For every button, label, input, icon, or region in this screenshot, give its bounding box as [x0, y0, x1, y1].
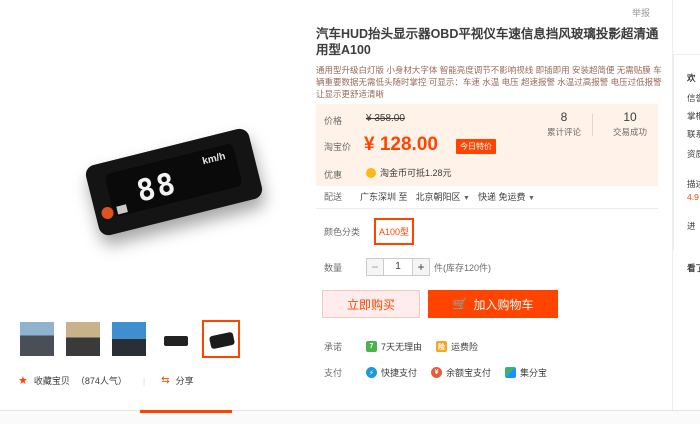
service-7day[interactable]: 7 7天无理由 — [366, 340, 422, 353]
sales-stat: 10 交易成功 — [604, 110, 656, 138]
quantity-label: 数量 — [324, 262, 343, 273]
sidebar-contact[interactable]: 联系 — [687, 128, 700, 140]
service-shipping-insurance[interactable]: 险 运费险 — [436, 340, 478, 353]
payment-label: 支付 — [324, 368, 343, 378]
product-info: 汽车HUD抬头显示器OBD平视仪车速信息挡风玻璃投影超清通用型A100 通用型升… — [316, 26, 662, 100]
current-price: ¥ 128.00 — [364, 134, 438, 155]
shop-sidebar: 欢 信誉 掌柜 联系 资质 描述 4.9 进 看了 — [672, 0, 700, 424]
thumbnail-5[interactable] — [202, 320, 240, 358]
seven-day-icon: 7 — [366, 341, 377, 352]
service-7day-label: 7天无理由 — [381, 342, 423, 352]
add-to-cart-button[interactable]: 🛒 加入购物车 — [428, 290, 558, 318]
jifenbao-icon — [505, 367, 517, 378]
hud-speed-unit: km/h — [201, 150, 227, 168]
coin-discount: 淘金币可抵1.28元 — [366, 166, 452, 179]
thumbnail-1[interactable] — [18, 320, 56, 358]
stat-divider — [592, 114, 593, 136]
favorite-bar: ★ 收藏宝贝 （874人气） | ⇆ 分享 — [18, 374, 194, 387]
discount-label: 优惠 — [324, 170, 343, 180]
service-insurance-label: 运费险 — [451, 342, 479, 352]
delivery-from: 广东深圳 至 — [360, 192, 408, 202]
pay-yuebao[interactable]: ¥ 余额宝支付 — [431, 366, 491, 379]
favorite-count: （874人气） — [75, 376, 127, 386]
chevron-down-icon: ▼ — [528, 195, 535, 202]
sidebar-enter-shop[interactable]: 进 — [687, 220, 696, 232]
divider: | — [142, 375, 146, 386]
quantity-row: 数量 − 1 + 件(库存120件) — [324, 258, 491, 276]
promo-badge: 今日特价 — [456, 139, 496, 154]
star-icon: ★ — [18, 375, 28, 387]
original-price: ¥ 358.00 — [366, 113, 405, 124]
quantity-decrease-button[interactable]: − — [366, 258, 384, 276]
active-tab-indicator — [140, 410, 232, 413]
shipping-method: 快递 免运费 — [477, 192, 526, 202]
main-product-image[interactable]: 88 km/h — [14, 26, 302, 314]
buy-now-button[interactable]: 立即购买 — [322, 290, 420, 318]
reviews-label: 累计评论 — [546, 127, 581, 137]
pay-yuebao-label: 余额宝支付 — [446, 368, 492, 378]
pay-express[interactable]: ⚡ 快捷支付 — [366, 366, 417, 379]
favorite-link[interactable]: 收藏宝贝 — [34, 374, 70, 387]
variant-label: 颜色分类 — [324, 227, 361, 237]
hud-device-illustration: 88 km/h — [83, 126, 265, 238]
chevron-down-icon: ▼ — [463, 195, 470, 202]
cart-icon: 🛒 — [452, 297, 468, 311]
taobao-price-label: 淘宝价 — [324, 142, 352, 152]
promise-label: 承诺 — [324, 342, 343, 352]
promise-row: 承诺 7 7天无理由 险 运费险 — [324, 340, 492, 353]
thumbnail-2[interactable] — [64, 320, 102, 358]
price-box: 价格 ¥ 358.00 淘宝价 ¥ 128.00 今日特价 优惠 淘金币可抵1.… — [316, 104, 658, 186]
thumbnail-4[interactable] — [156, 320, 194, 358]
shop-name-fragment: 欢 — [687, 73, 696, 83]
divider-line — [316, 208, 658, 209]
pay-jifenbao[interactable]: 集分宝 — [505, 366, 547, 379]
coin-icon — [366, 167, 376, 178]
price-label: 价格 — [324, 116, 343, 126]
sidebar-also-viewed: 看了 — [687, 263, 700, 273]
add-to-cart-label: 加入购物车 — [473, 297, 534, 312]
variant-option-selected[interactable]: A100型 — [374, 218, 415, 245]
product-subtitle: 通用型升级白灯版 小身材大字体 智能亮度调节不影响视线 即插即用 安装超简便 无… — [316, 65, 662, 99]
sidebar-qualification: 资质 — [687, 149, 700, 159]
reviews-stat[interactable]: 8 累计评论 — [538, 110, 590, 138]
product-title: 汽车HUD抬头显示器OBD平视仪车速信息挡风玻璃投影超清通用型A100 — [316, 27, 659, 57]
bottom-tab-bar — [0, 410, 700, 424]
shipping-method-select[interactable]: 快递 免运费 ▼ — [478, 190, 535, 203]
hud-speed-digits: 88 — [133, 165, 181, 210]
sales-label: 交易成功 — [612, 127, 647, 137]
variant-row: 颜色分类 A100型 — [324, 218, 415, 245]
quantity-increase-button[interactable]: + — [412, 258, 430, 276]
sidebar-credit: 信誉 — [687, 93, 700, 103]
yuebao-icon: ¥ — [431, 367, 443, 378]
action-buttons: 立即购买 🛒 加入购物车 — [322, 290, 558, 318]
report-link[interactable]: 举报 — [632, 6, 650, 19]
delivery-to: 北京朝阳区 — [415, 192, 461, 202]
pay-express-label: 快捷支付 — [381, 368, 418, 378]
delivery-to-select[interactable]: 北京朝阳区 ▼ — [416, 190, 470, 203]
thumbnail-strip — [18, 320, 240, 358]
sidebar-shopkeeper: 掌柜 — [687, 111, 700, 121]
pay-jifenbao-label: 集分宝 — [520, 368, 548, 378]
quantity-input[interactable]: 1 — [384, 258, 412, 276]
share-link[interactable]: 分享 — [176, 374, 194, 387]
sidebar-description: 描述 — [687, 179, 700, 189]
sales-count: 10 — [623, 110, 637, 124]
insurance-icon: 险 — [436, 341, 448, 352]
reviews-count: 8 — [560, 110, 568, 124]
share-icon: ⇆ — [161, 375, 170, 386]
express-pay-icon: ⚡ — [366, 367, 377, 378]
coin-text: 淘金币可抵1.28元 — [380, 168, 452, 178]
sidebar-score: 4.9 — [687, 192, 699, 202]
delivery-label: 配送 — [324, 192, 343, 202]
delivery-row: 配送 广东深圳 至 北京朝阳区 ▼ 快递 免运费 ▼ — [316, 190, 535, 203]
thumbnail-3[interactable] — [110, 320, 148, 358]
stock-info: 件(库存120件) — [434, 262, 492, 273]
payment-row: 支付 ⚡ 快捷支付 ¥ 余额宝支付 集分宝 — [324, 366, 561, 379]
